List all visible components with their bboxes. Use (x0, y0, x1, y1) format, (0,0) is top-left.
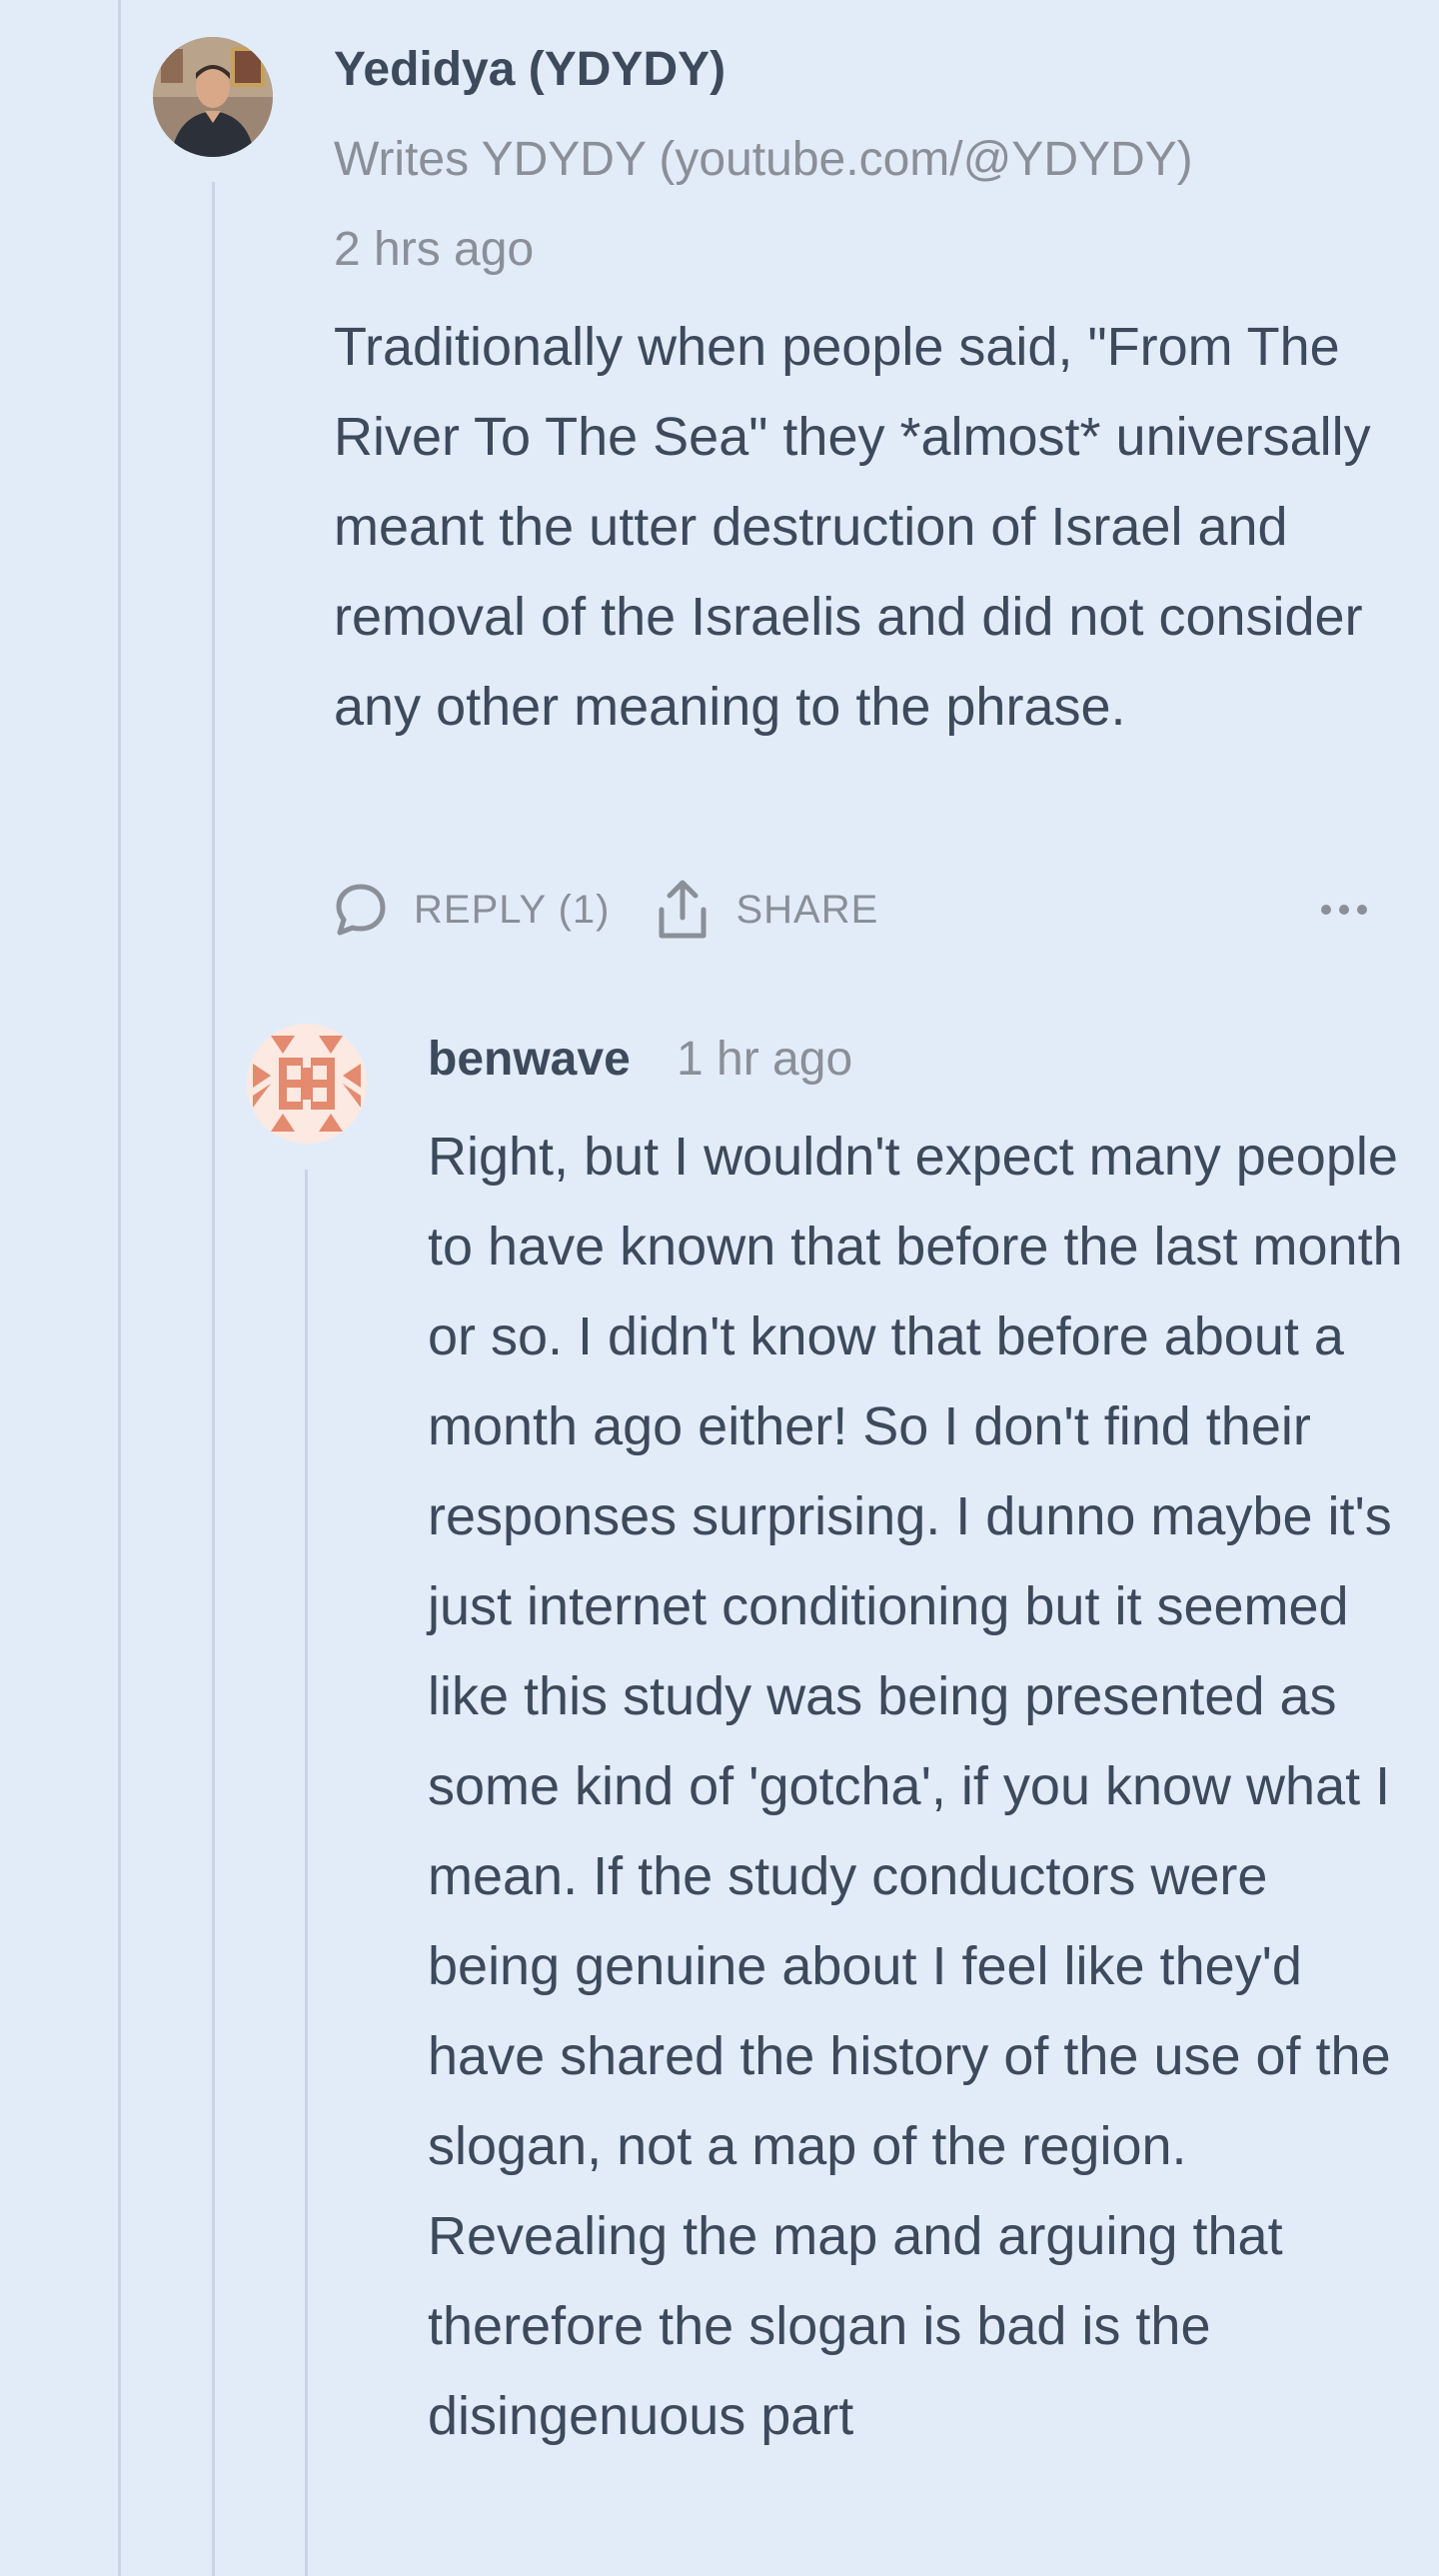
comment-author-bio: Writes YDYDY (youtube.com/@YDYDY) (334, 133, 1193, 186)
comment-timestamp[interactable]: 2 hrs ago (334, 226, 534, 274)
reply-author-name[interactable]: benwave (428, 1036, 631, 1084)
avatar-yedidya[interactable] (153, 37, 273, 157)
reply-label: REPLY (1) (414, 887, 611, 932)
share-label: SHARE (735, 887, 879, 932)
reply-thread-line (305, 1170, 308, 2576)
comment-actions: REPLY (1) SHARE (334, 878, 878, 942)
more-options-button[interactable] (1321, 905, 1367, 915)
reply-body: Right, but I wouldn't expect many people… (428, 1127, 1403, 2446)
avatar-benwave[interactable] (247, 1024, 367, 1144)
ellipsis-icon (1321, 905, 1331, 915)
share-button[interactable]: SHARE (658, 878, 878, 942)
share-upload-icon (658, 878, 708, 942)
reply-timestamp[interactable]: 1 hr ago (677, 1036, 852, 1084)
comment-author-name[interactable]: Yedidya (YDYDY) (334, 46, 725, 94)
reply-button[interactable]: REPLY (1) (334, 881, 610, 939)
speech-bubble-icon (334, 881, 388, 939)
comment-thread-line (212, 182, 215, 2576)
comment-body: Traditionally when people said, "From Th… (334, 317, 1371, 737)
comment-thread: Yedidya (YDYDY) Writes YDYDY (youtube.co… (0, 0, 1439, 2576)
parent-thread-line (118, 0, 121, 2576)
